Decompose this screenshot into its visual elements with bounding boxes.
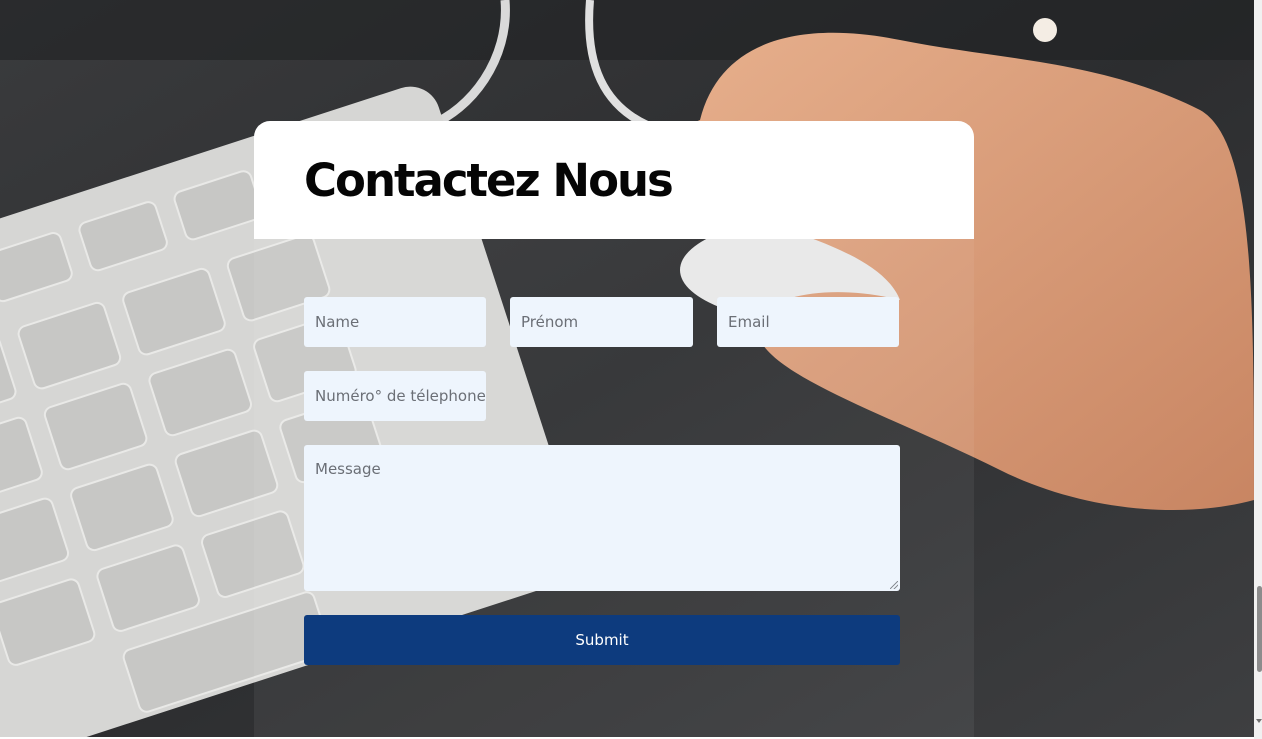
scrollbar-thumb[interactable]	[1257, 586, 1262, 672]
page-scrollbar[interactable]	[1254, 0, 1262, 739]
submit-button[interactable]: Submit	[304, 615, 900, 665]
name-input[interactable]: Name	[304, 297, 486, 347]
prenom-input[interactable]: Prénom	[510, 297, 693, 347]
email-input[interactable]: Email	[717, 297, 899, 347]
message-placeholder: Message	[315, 460, 381, 478]
contact-title: Contactez Nous	[304, 154, 674, 207]
title-card: Contactez Nous	[254, 121, 974, 239]
resize-grip-icon[interactable]	[890, 581, 898, 589]
message-textarea[interactable]: Message	[304, 445, 900, 591]
page: Contactez Nous Name Prénom Email Numéro°…	[0, 0, 1262, 739]
scroll-down-arrow-icon[interactable]	[1256, 719, 1262, 723]
phone-input[interactable]: Numéro° de télephone	[304, 371, 486, 421]
